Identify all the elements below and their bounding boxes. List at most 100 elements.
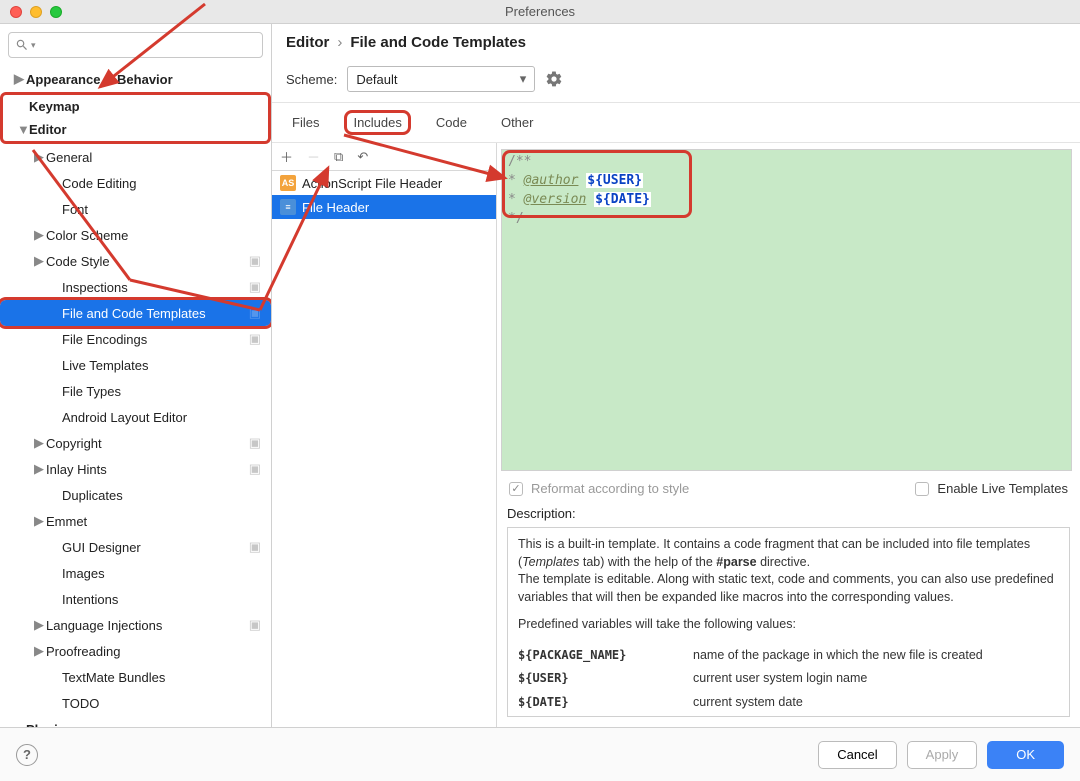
enable-live-templates-checkbox[interactable] xyxy=(915,482,929,496)
sidebar-item-file-types[interactable]: File Types xyxy=(0,378,271,404)
sidebar-item-label: Inspections xyxy=(62,280,128,295)
remove-template-icon: － xyxy=(307,147,320,166)
predefined-variable-row: ${DATE}current system date xyxy=(518,691,1059,715)
sidebar-item-gui-designer[interactable]: GUI Designer ▣ xyxy=(0,534,271,560)
revert-template-icon[interactable]: ↶ xyxy=(357,149,368,165)
sidebar-item-keymap[interactable]: Keymap xyxy=(0,92,271,118)
sidebar-item-editor[interactable]: ▼Editor xyxy=(0,118,271,144)
apply-button: Apply xyxy=(907,741,978,769)
sidebar-item-plugins[interactable]: Plugins xyxy=(0,716,271,727)
caret-icon: ▶ xyxy=(34,643,46,659)
sidebar-item-label: Language Injections xyxy=(46,618,162,633)
sidebar-item-label: Inlay Hints xyxy=(46,462,107,477)
reformat-checkbox xyxy=(509,482,523,496)
caret-icon: ▼ xyxy=(17,122,29,137)
zoom-window-icon[interactable] xyxy=(50,6,62,18)
scope-indicator-icon: ▣ xyxy=(249,305,261,321)
sidebar-item-label: Keymap xyxy=(29,99,80,114)
add-template-icon[interactable]: ＋ xyxy=(280,147,293,166)
sidebar-item-duplicates[interactable]: Duplicates xyxy=(0,482,271,508)
sidebar-item-proofreading[interactable]: ▶Proofreading xyxy=(0,638,271,664)
sidebar-item-label: Emmet xyxy=(46,514,87,529)
caret-icon: ▶ xyxy=(34,435,46,451)
template-list: ＋ － ⧉ ↶ ASActionScript File Header≡File … xyxy=(272,143,497,727)
chevron-right-icon: › xyxy=(337,34,342,51)
sidebar-item-font[interactable]: Font xyxy=(0,196,271,222)
sidebar-item-label: Images xyxy=(62,566,105,581)
scheme-select[interactable]: Default ▾ xyxy=(347,66,535,92)
sidebar-item-label: Editor xyxy=(29,122,67,137)
template-editor[interactable]: /** * @author ${USER} * @version ${DATE}… xyxy=(501,149,1072,471)
sidebar-item-emmet[interactable]: ▶Emmet xyxy=(0,508,271,534)
description-heading: Description: xyxy=(497,502,1080,523)
sidebar-item-intentions[interactable]: Intentions xyxy=(0,586,271,612)
caret-icon: ▶ xyxy=(34,461,46,477)
breadcrumb-root[interactable]: Editor xyxy=(286,34,329,51)
sidebar-search-input[interactable]: ▾ xyxy=(8,32,263,58)
breadcrumb-leaf: File and Code Templates xyxy=(350,34,526,51)
copy-template-icon[interactable]: ⧉ xyxy=(334,149,343,165)
template-item-file-header[interactable]: ≡File Header xyxy=(272,195,496,219)
sidebar-item-language-injections[interactable]: ▶Language Injections ▣ xyxy=(0,612,271,638)
sidebar-item-color-scheme[interactable]: ▶Color Scheme xyxy=(0,222,271,248)
sidebar-item-label: Code Editing xyxy=(62,176,136,191)
sidebar-item-code-editing[interactable]: Code Editing xyxy=(0,170,271,196)
sidebar-item-label: Color Scheme xyxy=(46,228,128,243)
scope-indicator-icon: ▣ xyxy=(249,461,261,477)
sidebar-item-label: General xyxy=(46,150,92,165)
sidebar-item-live-templates[interactable]: Live Templates xyxy=(0,352,271,378)
predefined-variable-row: ${USER}current user system login name xyxy=(518,667,1059,691)
caret-icon: ▶ xyxy=(34,149,46,165)
sidebar-item-label: Android Layout Editor xyxy=(62,410,187,425)
sidebar-item-label: Font xyxy=(62,202,88,217)
sidebar-item-textmate-bundles[interactable]: TextMate Bundles xyxy=(0,664,271,690)
minimize-window-icon[interactable] xyxy=(30,6,42,18)
tab-files[interactable]: Files xyxy=(286,113,325,132)
preferences-sidebar: ▾ ▶Appearance & BehaviorKeymap▼Editor▶Ge… xyxy=(0,24,272,727)
gear-icon[interactable] xyxy=(545,70,563,88)
sidebar-item-inspections[interactable]: Inspections▣ xyxy=(0,274,271,300)
sidebar-item-label: Plugins xyxy=(26,722,73,728)
sidebar-item-label: File Types xyxy=(62,384,121,399)
tab-other[interactable]: Other xyxy=(495,113,540,132)
tab-includes[interactable]: Includes xyxy=(347,113,407,132)
sidebar-item-images[interactable]: Images xyxy=(0,560,271,586)
help-button[interactable]: ? xyxy=(16,744,38,766)
tab-code[interactable]: Code xyxy=(430,113,473,132)
template-item-actionscript-file-header[interactable]: ASActionScript File Header xyxy=(272,171,496,195)
sidebar-item-copyright[interactable]: ▶Copyright ▣ xyxy=(0,430,271,456)
window-title: Preferences xyxy=(505,4,575,19)
scheme-label: Scheme: xyxy=(286,72,337,87)
scheme-value: Default xyxy=(356,72,397,87)
sidebar-item-android-layout-editor[interactable]: Android Layout Editor xyxy=(0,404,271,430)
sidebar-item-label: Intentions xyxy=(62,592,118,607)
enable-live-templates-label: Enable Live Templates xyxy=(937,481,1068,496)
scope-indicator-icon: ▣ xyxy=(249,253,261,269)
sidebar-item-appearance-behavior[interactable]: ▶Appearance & Behavior xyxy=(0,66,271,92)
sidebar-item-general[interactable]: ▶General xyxy=(0,144,271,170)
file-type-icon: ≡ xyxy=(280,199,296,215)
sidebar-item-label: TextMate Bundles xyxy=(62,670,165,685)
chevron-down-icon: ▾ xyxy=(520,71,527,87)
search-icon xyxy=(15,38,29,52)
scope-indicator-icon: ▣ xyxy=(249,539,261,555)
sidebar-item-label: GUI Designer xyxy=(62,540,141,555)
sidebar-item-inlay-hints[interactable]: ▶Inlay Hints ▣ xyxy=(0,456,271,482)
sidebar-item-label: Proofreading xyxy=(46,644,120,659)
sidebar-item-todo[interactable]: TODO xyxy=(0,690,271,716)
caret-icon: ▶ xyxy=(34,617,46,633)
scope-indicator-icon: ▣ xyxy=(249,617,261,633)
cancel-button[interactable]: Cancel xyxy=(818,741,896,769)
sidebar-item-label: Live Templates xyxy=(62,358,148,373)
sidebar-item-file-and-code-templates[interactable]: File and Code Templates ▣ xyxy=(0,300,271,326)
close-window-icon[interactable] xyxy=(10,6,22,18)
sidebar-item-label: Copyright xyxy=(46,436,102,451)
scope-indicator-icon: ▣ xyxy=(249,331,261,347)
reformat-label: Reformat according to style xyxy=(531,481,689,496)
sidebar-item-label: File and Code Templates xyxy=(62,306,206,321)
scope-indicator-icon: ▣ xyxy=(249,435,261,451)
sidebar-item-code-style[interactable]: ▶Code Style▣ xyxy=(0,248,271,274)
ok-button[interactable]: OK xyxy=(987,741,1064,769)
caret-icon: ▶ xyxy=(14,71,26,87)
sidebar-item-file-encodings[interactable]: File Encodings▣ xyxy=(0,326,271,352)
